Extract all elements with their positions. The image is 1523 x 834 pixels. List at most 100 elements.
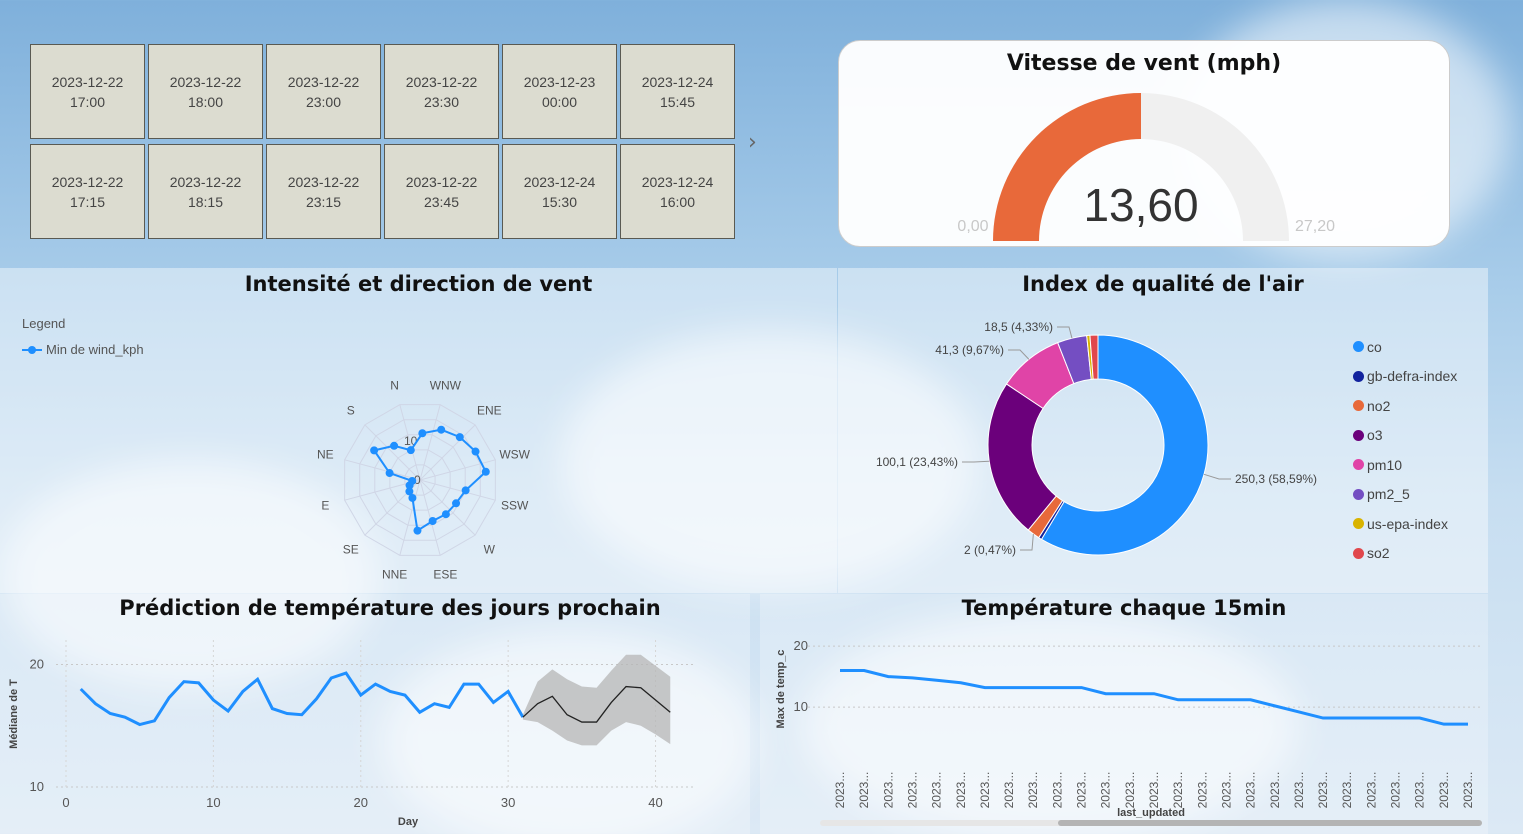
air-legend-item[interactable]: us-epa-index	[1353, 509, 1457, 539]
temp15-x-tick: 2023...	[1437, 772, 1451, 809]
temp15-x-tick: 2023...	[881, 772, 895, 809]
radar-direction-label: WNW	[430, 378, 462, 392]
slicer-tile[interactable]: 2023-12-22 17:00	[30, 44, 145, 139]
radar-direction-label: ENE	[477, 404, 502, 418]
radar-point[interactable]	[471, 447, 480, 456]
radar-direction-label: W	[484, 542, 496, 556]
wind-radar-panel: Intensité et direction de vent Legend Mi…	[0, 268, 837, 593]
temp15-y-axis-label: Max de temp_c	[775, 650, 787, 729]
radar-point[interactable]	[455, 433, 464, 442]
slicer-tile-time: 17:15	[69, 193, 106, 210]
legend-dot-icon	[1353, 429, 1364, 441]
slicer-tile-date: 2023-12-22	[169, 73, 242, 90]
legend-dot-icon	[1353, 547, 1364, 559]
radar-point[interactable]	[437, 425, 446, 434]
slicer-tile[interactable]: 2023-12-22 23:45	[384, 144, 499, 239]
radar-point[interactable]	[428, 516, 437, 525]
temp15-x-tick: 2023...	[1002, 772, 1016, 809]
slicer-tile-date: 2023-12-22	[169, 173, 242, 190]
radar-direction-label: ESE	[433, 568, 457, 582]
temp15-x-tick: 2023...	[857, 772, 871, 809]
slicer-tile[interactable]: 2023-12-22 23:30	[384, 44, 499, 139]
temp15-chart: 10 20 2023... 2023... 2023... 2023... 2023... 2…	[775, 638, 1483, 826]
donut-data-label: 41,3 (9,67%)	[935, 343, 1004, 357]
air-legend-item[interactable]: pm2_5	[1353, 480, 1457, 510]
gauge-max-label: 27,20	[1295, 218, 1335, 235]
air-legend-item[interactable]: co	[1353, 332, 1457, 362]
slicer-tile[interactable]: 2023-12-22 17:15	[30, 144, 145, 239]
slicer-tile-time: 15:30	[541, 193, 578, 210]
temp15-panel: Température chaque 15min 10 20 2023... 2023…	[760, 594, 1488, 834]
forecast-x-tick: 40	[648, 795, 662, 810]
slicer-tile[interactable]: 2023-12-22 18:15	[148, 144, 263, 239]
slicer-tile[interactable]: 2023-12-23 00:00	[502, 44, 617, 139]
forecast-x-tick: 20	[354, 795, 368, 810]
chevron-right-icon[interactable]: ›	[748, 130, 757, 155]
air-legend-item[interactable]: no2	[1353, 391, 1457, 421]
air-legend-item[interactable]: so2	[1353, 539, 1457, 569]
legend-dot-icon	[1353, 518, 1364, 530]
temp15-y-tick: 20	[794, 638, 808, 653]
radar-point[interactable]	[481, 467, 490, 476]
slicer-tile[interactable]: 2023-12-24 16:00	[620, 144, 735, 239]
legend-title: Legend	[22, 316, 66, 331]
air-legend-label: so2	[1367, 545, 1390, 562]
legend-item-label: Min de wind_kph	[46, 342, 144, 357]
air-legend-label: us-epa-index	[1367, 515, 1448, 532]
forecast-panel: Prédiction de température des jours proc…	[0, 594, 750, 834]
slicer-tile-time: 17:00	[69, 93, 106, 110]
slicer-tile[interactable]: 2023-12-22 23:00	[266, 44, 381, 139]
legend-dot-icon	[1353, 341, 1364, 353]
radar-point[interactable]	[452, 499, 461, 508]
temp15-x-tick: 2023...	[1171, 772, 1185, 809]
slicer-tile[interactable]: 2023-12-22 18:00	[148, 44, 263, 139]
temp15-x-tick: 2023...	[1195, 772, 1209, 809]
radar-point[interactable]	[370, 446, 379, 455]
radar-direction-label: SSW	[501, 498, 529, 512]
slicer-tile-date: 2023-12-22	[405, 73, 478, 90]
temp15-x-tick: 2023...	[930, 772, 944, 809]
radar-point[interactable]	[390, 441, 399, 450]
temp15-x-tick: 2023...	[1050, 772, 1064, 809]
air-legend-item[interactable]: o3	[1353, 421, 1457, 451]
radar-point[interactable]	[408, 476, 417, 485]
radar-point[interactable]	[385, 469, 394, 478]
slicer-tile-date: 2023-12-24	[641, 73, 714, 90]
donut-leader-line	[1203, 473, 1231, 480]
slicer-tile-time: 23:00	[305, 93, 342, 110]
wind-speed-gauge-card: Vitesse de vent (mph) 13,60 0,00 27,20	[838, 40, 1450, 247]
gauge-value: 13,60	[1083, 179, 1198, 231]
slicer-tile[interactable]: 2023-12-24 15:30	[502, 144, 617, 239]
radar-point[interactable]	[441, 510, 450, 519]
air-legend-item[interactable]: pm10	[1353, 450, 1457, 480]
air-legend-label: no2	[1367, 397, 1391, 414]
slicer-tile[interactable]: 2023-12-22 23:15	[266, 144, 381, 239]
donut-slice-o3[interactable]	[987, 383, 1057, 531]
air-title: Index de qualité de l'air	[1022, 272, 1304, 296]
air-legend-label: co	[1367, 338, 1382, 355]
air-legend-label: pm10	[1367, 456, 1403, 473]
radar-direction-label: WSW	[499, 448, 530, 462]
legend-item[interactable]: Min de wind_kph	[22, 342, 144, 357]
temp15-x-tick: 2023...	[1219, 772, 1233, 809]
donut-leader-line	[1057, 326, 1073, 339]
slicer-tile-time: 18:00	[187, 93, 224, 110]
slicer-tile-date: 2023-12-24	[523, 173, 596, 190]
horizontal-scrollbar-thumb[interactable]	[1058, 820, 1482, 826]
air-legend-label: gb-defra-index	[1367, 368, 1458, 385]
air-legend-label: pm2_5	[1367, 486, 1410, 503]
slicer-tile-date: 2023-12-24	[641, 173, 714, 190]
radar-point[interactable]	[461, 486, 470, 495]
radar-direction-label: NNE	[382, 568, 407, 582]
air-legend-item[interactable]: gb-defra-index	[1353, 362, 1457, 392]
slicer-tile[interactable]: 2023-12-24 15:45	[620, 44, 735, 139]
temp15-x-axis-label: last_updated	[1117, 807, 1185, 819]
radar-point[interactable]	[406, 446, 415, 455]
legend-dot-icon	[1353, 459, 1364, 471]
slicer-tile-date: 2023-12-22	[51, 73, 124, 90]
radar-point[interactable]	[413, 526, 422, 535]
radar-point[interactable]	[418, 429, 427, 438]
date-slicer-grid: 2023-12-22 17:00 2023-12-22 18:00 2023-12-22…	[30, 44, 742, 239]
legend-dot-icon	[1353, 488, 1364, 500]
temp15-x-tick: 2023...	[1026, 772, 1040, 809]
